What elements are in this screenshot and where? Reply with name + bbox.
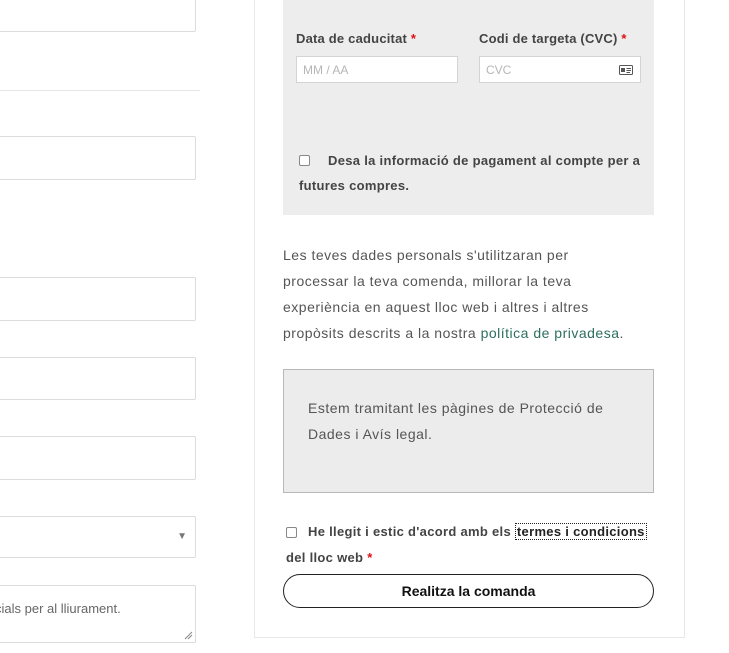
payment-box: Data de caducitat * MM / AA Codi de targ… xyxy=(283,0,654,215)
chevron-down-icon: ▼ xyxy=(177,531,187,542)
billing-field-1[interactable] xyxy=(0,0,196,32)
card-icon xyxy=(619,65,633,75)
terms-label: He llegit i estic d'acord amb els termes… xyxy=(286,523,647,565)
cvc-input[interactable]: CVC xyxy=(479,56,641,83)
cvc-placeholder: CVC xyxy=(486,62,512,77)
legal-notice-text: Estem tramitant les pàgines de Protecció… xyxy=(308,400,604,442)
billing-field-3[interactable] xyxy=(0,277,196,321)
terms-link[interactable]: termes i condicions xyxy=(514,523,647,540)
billing-field-2[interactable] xyxy=(0,136,196,180)
privacy-notice: Les teves dades personals s'utilitzaran … xyxy=(283,247,624,341)
billing-field-4[interactable] xyxy=(0,357,196,400)
cvc-label: Codi de targeta (CVC) * xyxy=(479,31,627,46)
resize-grip-icon[interactable] xyxy=(184,631,193,640)
place-order-button[interactable]: Realitza la comanda xyxy=(283,574,654,608)
privacy-policy-link[interactable]: política de privadesa xyxy=(481,325,620,341)
expiry-placeholder: MM / AA xyxy=(303,62,349,77)
section-divider xyxy=(0,90,200,91)
order-notes-textarea[interactable]: cials per al lliurament. xyxy=(0,585,196,643)
billing-field-5[interactable] xyxy=(0,436,196,480)
order-notes-placeholder: cials per al lliurament. xyxy=(0,601,121,616)
legal-notice-box: Estem tramitant les pàgines de Protecció… xyxy=(283,369,654,493)
save-payment-label: Desa la informació de pagament al compte… xyxy=(299,153,641,193)
expiry-label: Data de caducitat * xyxy=(296,31,417,46)
country-select[interactable]: ▼ xyxy=(0,516,196,558)
expiry-input[interactable]: MM / AA xyxy=(296,56,458,83)
